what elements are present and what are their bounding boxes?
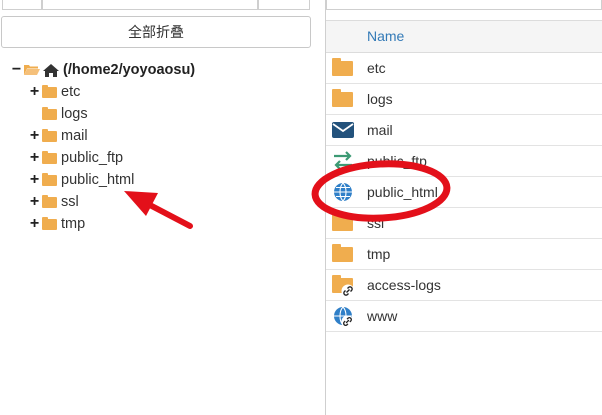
file-name[interactable]: ssl	[367, 215, 384, 231]
tree-item-tmp[interactable]: + tmp	[28, 214, 85, 234]
column-header-name[interactable]: Name	[367, 28, 404, 44]
tree-item-label[interactable]: etc	[61, 84, 80, 100]
file-row-public-ftp[interactable]: public_ftp	[326, 146, 602, 177]
file-row-public-html[interactable]: public_html	[326, 177, 602, 208]
folder-icon	[42, 107, 57, 120]
expand-icon[interactable]: +	[28, 83, 41, 101]
file-row-mail[interactable]: mail	[326, 115, 602, 146]
folder-icon	[42, 217, 57, 230]
top-toolbar-stub-right	[258, 0, 310, 10]
folder-icon	[42, 85, 57, 98]
file-row-access-logs[interactable]: access-logs	[326, 270, 602, 301]
tree-item-etc[interactable]: + etc	[28, 82, 81, 102]
expand-icon[interactable]: +	[28, 149, 41, 167]
folder-link-icon	[332, 275, 355, 298]
tree-root[interactable]: − (/home2/yoyoaosu)	[10, 60, 195, 80]
top-toolbar-stub-middle	[42, 0, 258, 10]
expand-icon[interactable]: +	[28, 171, 41, 189]
tree-item-label[interactable]: public_html	[61, 172, 134, 188]
tree-item-public-html[interactable]: + public_html	[28, 170, 135, 190]
folder-icon	[42, 173, 57, 186]
tree-item-label[interactable]: tmp	[61, 216, 85, 232]
top-toolbar-stub-left	[2, 0, 42, 10]
folder-icon	[42, 151, 57, 164]
file-row-www[interactable]: www	[326, 301, 602, 332]
file-row-logs[interactable]: logs	[326, 84, 602, 115]
expand-icon[interactable]: +	[28, 215, 41, 233]
file-name[interactable]: mail	[367, 122, 393, 138]
tree-item-mail[interactable]: + mail	[28, 126, 88, 146]
expand-icon[interactable]: +	[28, 193, 41, 211]
file-name[interactable]: access-logs	[367, 277, 441, 293]
open-folder-icon	[24, 64, 40, 76]
file-name[interactable]: public_ftp	[367, 153, 427, 169]
tree-item-label[interactable]: public_ftp	[61, 150, 123, 166]
file-row-ssl[interactable]: ssl	[326, 208, 602, 239]
tree-item-label[interactable]: logs	[61, 106, 88, 122]
collapse-all-button[interactable]: 全部折叠	[1, 16, 311, 48]
folder-icon	[42, 129, 57, 142]
file-name[interactable]: tmp	[367, 246, 390, 262]
globe-link-icon	[332, 306, 354, 328]
globe-icon	[332, 182, 354, 202]
file-list-header: Name	[326, 20, 602, 53]
folder-icon	[332, 213, 354, 233]
file-row-tmp[interactable]: tmp	[326, 239, 602, 270]
transfer-arrows-icon	[332, 151, 354, 171]
folder-icon	[332, 58, 354, 78]
tree-item-logs[interactable]: logs	[28, 104, 88, 124]
folder-icon	[332, 244, 354, 264]
envelope-icon	[332, 120, 354, 140]
home-icon	[43, 63, 59, 77]
tree-item-label[interactable]: ssl	[61, 194, 79, 210]
file-name[interactable]: etc	[367, 60, 386, 76]
tree-root-label[interactable]: (/home2/yoyoaosu)	[63, 62, 195, 78]
file-row-etc[interactable]: etc	[326, 53, 602, 84]
file-name[interactable]: www	[367, 308, 397, 324]
file-name[interactable]: public_html	[367, 184, 438, 200]
expand-icon[interactable]: +	[28, 127, 41, 145]
folder-icon	[42, 195, 57, 208]
annotation-arrow	[124, 191, 193, 229]
folder-icon	[332, 89, 354, 109]
tree-item-ssl[interactable]: + ssl	[28, 192, 79, 212]
collapse-toggle-icon[interactable]: −	[10, 61, 23, 79]
tree-item-public-ftp[interactable]: + public_ftp	[28, 148, 123, 168]
right-pane-top-stub	[326, 0, 602, 10]
file-name[interactable]: logs	[367, 91, 393, 107]
tree-item-label[interactable]: mail	[61, 128, 88, 144]
